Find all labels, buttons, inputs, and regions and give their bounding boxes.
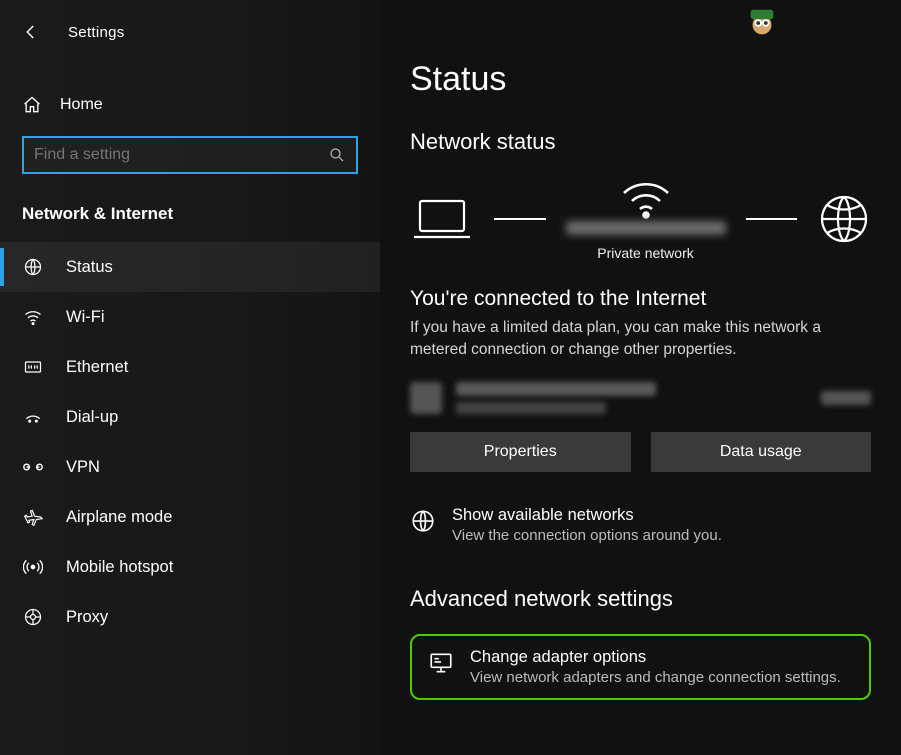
sidebar-item-label: Status <box>66 258 113 277</box>
private-network-label: Private network <box>597 245 693 261</box>
nav-dialup[interactable]: Dial-up <box>0 392 380 442</box>
wifi-icon <box>22 307 44 327</box>
network-name-blurred <box>566 221 726 235</box>
laptop-icon <box>410 195 474 243</box>
hotspot-icon <box>22 557 44 577</box>
sidebar-item-label: Ethernet <box>66 358 128 377</box>
nav-wifi[interactable]: Wi-Fi <box>0 292 380 342</box>
sidebar: Settings Home Network & Internet Status … <box>0 0 380 755</box>
show-available-networks[interactable]: Show available networks View the connect… <box>410 506 871 544</box>
ethernet-icon <box>22 357 44 377</box>
data-usage-button[interactable]: Data usage <box>651 432 872 472</box>
change-adapter-sub: View network adapters and change connect… <box>470 669 841 686</box>
connection-usage-blurred <box>821 391 871 405</box>
globe-icon <box>410 506 436 534</box>
wifi-large-icon <box>618 177 674 221</box>
sidebar-item-label: Wi-Fi <box>66 308 104 327</box>
connected-subtext: If you have a limited data plan, you can… <box>410 317 860 362</box>
proxy-icon <box>22 607 44 627</box>
avatar-badge-icon <box>743 4 781 42</box>
diagram-connector <box>494 218 546 220</box>
home-link[interactable]: Home <box>0 90 380 120</box>
nav-vpn[interactable]: VPN <box>0 442 380 492</box>
sidebar-item-label: Airplane mode <box>66 508 172 527</box>
airplane-icon <box>22 507 44 527</box>
available-networks-sub: View the connection options around you. <box>452 527 722 544</box>
dialup-icon <box>22 407 44 427</box>
change-adapter-options[interactable]: Change adapter options View network adap… <box>410 634 871 700</box>
section-title: Network & Internet <box>0 174 380 234</box>
advanced-heading: Advanced network settings <box>410 586 871 612</box>
connection-name-blurred <box>456 382 656 396</box>
adapter-icon <box>428 648 454 676</box>
nav-proxy[interactable]: Proxy <box>0 592 380 642</box>
vpn-icon <box>22 459 44 475</box>
connection-period-blurred <box>456 402 606 414</box>
sidebar-item-label: Proxy <box>66 608 108 627</box>
search-icon <box>328 146 346 164</box>
search-box[interactable] <box>22 136 358 174</box>
sidebar-item-label: VPN <box>66 458 100 477</box>
home-label: Home <box>60 96 103 114</box>
globe-large-icon <box>817 192 871 246</box>
network-diagram: Private network <box>410 177 871 261</box>
globe-icon <box>22 257 44 277</box>
connection-card <box>410 382 871 414</box>
sidebar-header: Settings <box>0 18 380 46</box>
sidebar-item-label: Mobile hotspot <box>66 558 173 577</box>
connection-icon-blurred <box>410 382 442 414</box>
nav-airplane[interactable]: Airplane mode <box>0 492 380 542</box>
diagram-connector <box>746 218 798 220</box>
nav-ethernet[interactable]: Ethernet <box>0 342 380 392</box>
sidebar-item-label: Dial-up <box>66 408 118 427</box>
properties-button[interactable]: Properties <box>410 432 631 472</box>
back-icon[interactable] <box>22 23 40 41</box>
main: Status Network status Private network Yo… <box>380 0 901 755</box>
button-row: Properties Data usage <box>410 432 871 472</box>
search-input[interactable] <box>34 146 328 164</box>
home-icon <box>22 95 42 115</box>
nav-hotspot[interactable]: Mobile hotspot <box>0 542 380 592</box>
network-status-heading: Network status <box>410 129 871 155</box>
nav-status[interactable]: Status <box>0 242 380 292</box>
connected-heading: You're connected to the Internet <box>410 287 871 311</box>
page-title: Status <box>410 60 871 99</box>
settings-title: Settings <box>68 24 125 41</box>
available-networks-title: Show available networks <box>452 506 722 525</box>
nav: Status Wi-Fi Ethernet Dial-up VPN <box>0 242 380 642</box>
change-adapter-title: Change adapter options <box>470 648 841 667</box>
